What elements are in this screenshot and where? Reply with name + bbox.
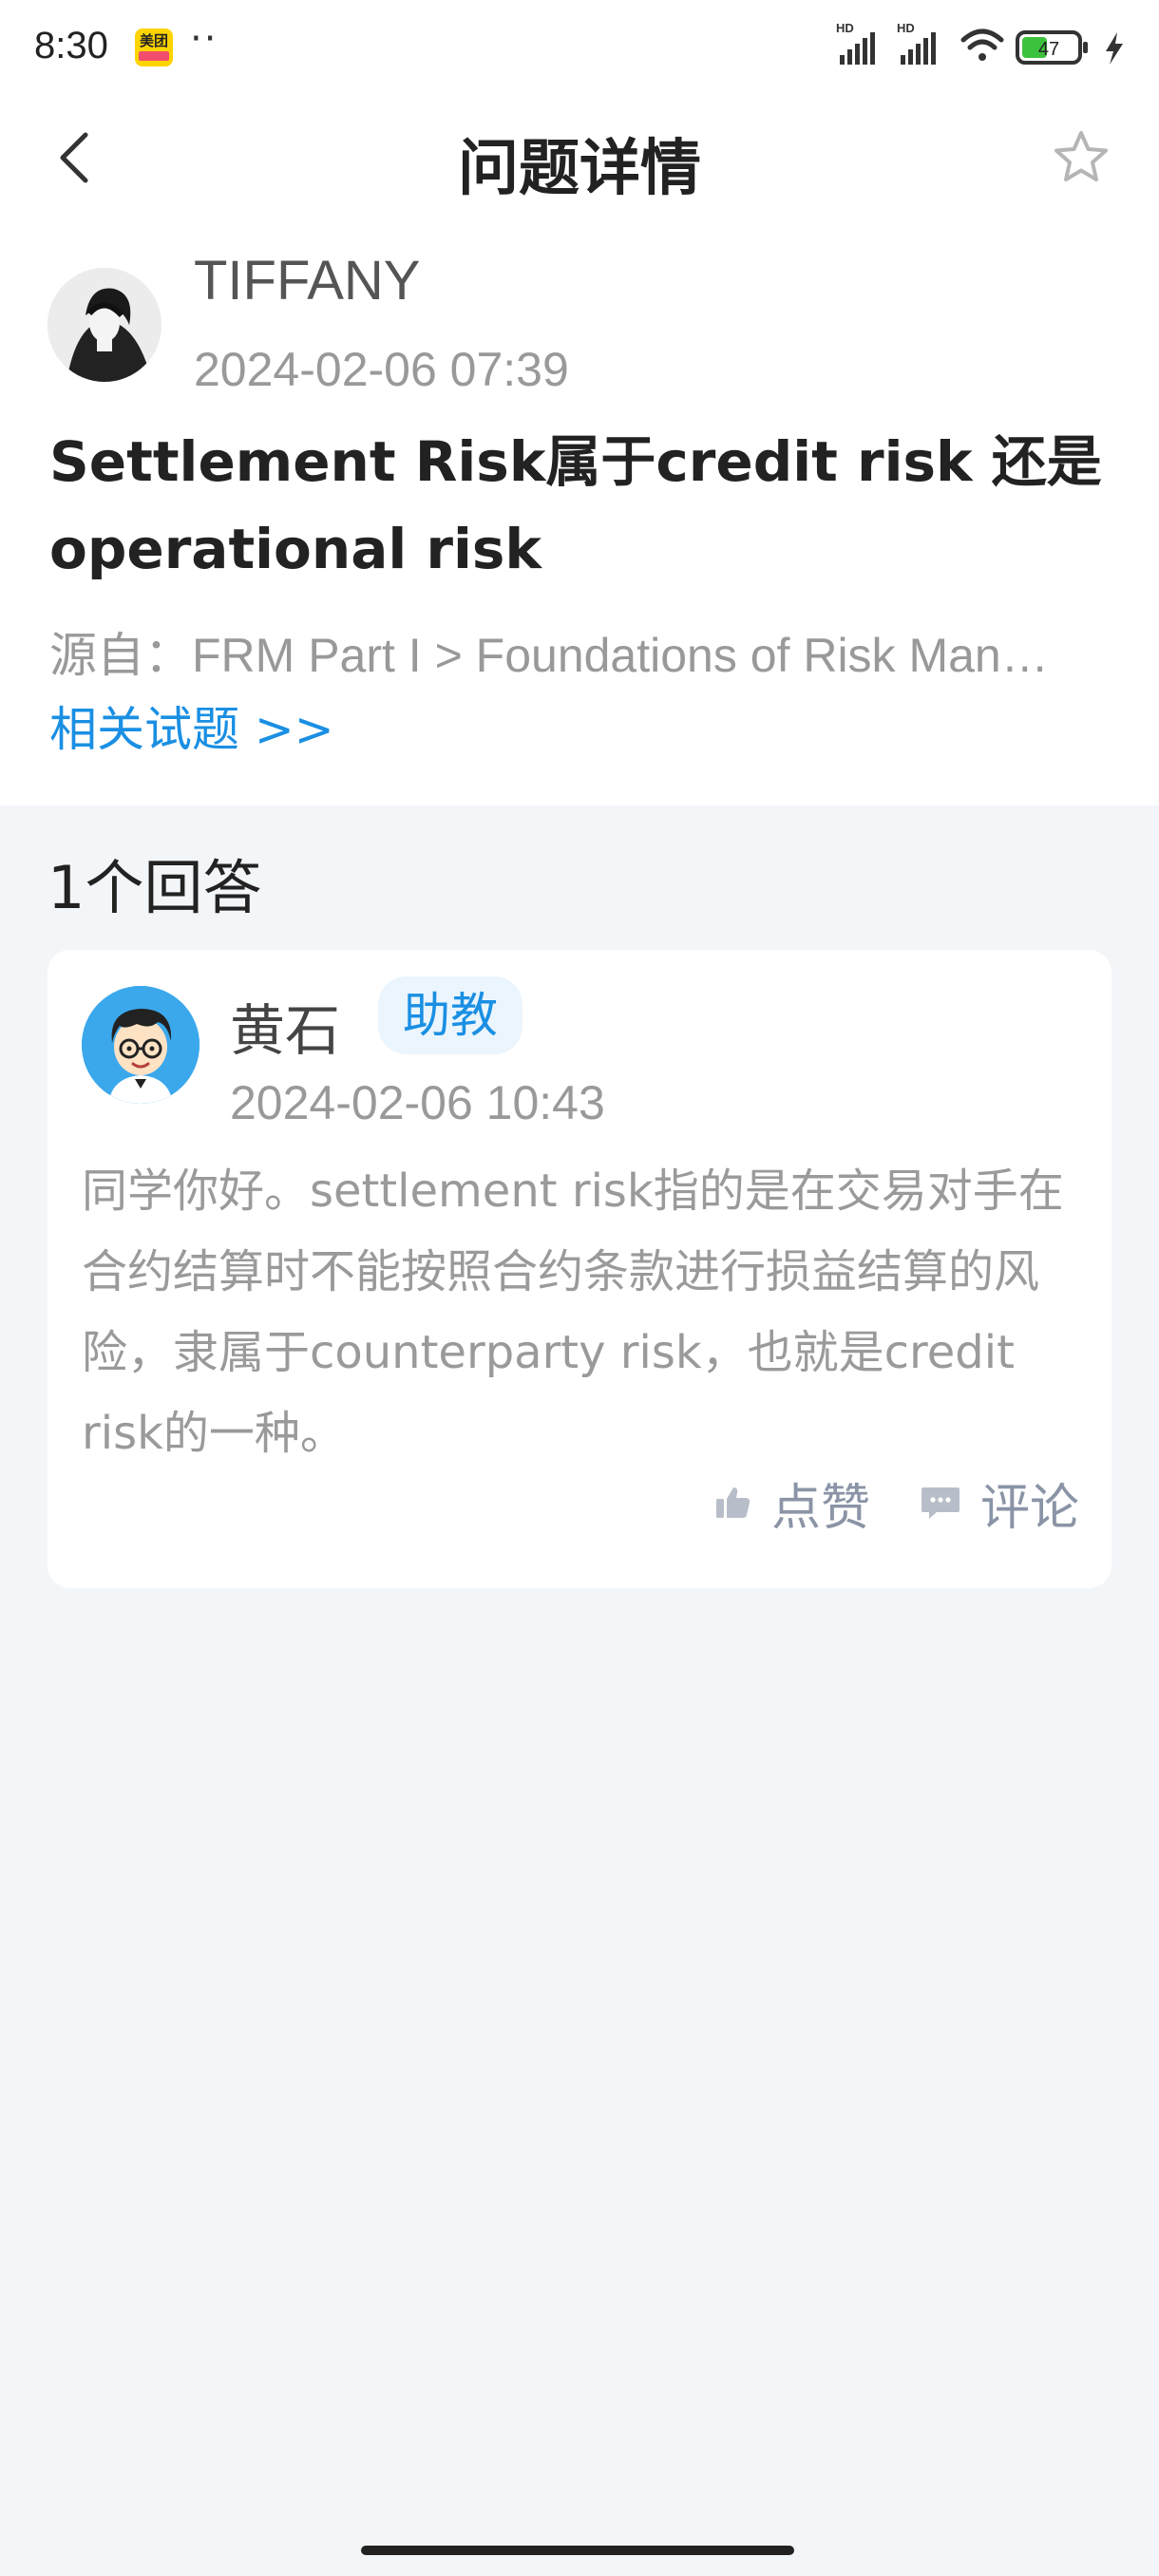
navigation-header: 问题详情 [0, 104, 1159, 209]
signal-icon: HD [836, 21, 875, 65]
status-bar: 8:30 美团 ·· HD HD 47 [0, 0, 1159, 95]
comment-bubble-icon [921, 1487, 960, 1519]
question-timestamp: 2024-02-06 07:39 [194, 343, 569, 396]
status-icons: HD HD 47 [836, 21, 1123, 65]
related-questions-link[interactable]: 相关试题 >> [49, 691, 334, 760]
star-icon[interactable] [1053, 129, 1110, 186]
question-source: 源自：FRM Part I > Foundations of Risk Man… [49, 629, 1049, 682]
status-time: 8:30 [34, 25, 108, 66]
battery-icon: 47 [1016, 30, 1088, 65]
asker-username[interactable]: TIFFANY [194, 249, 420, 313]
like-label: 点赞 [770, 1479, 870, 1537]
svg-text:HD: HD [836, 21, 854, 35]
meituan-app-icon: 美团 [135, 28, 173, 66]
role-badge: 助教 [378, 976, 522, 1054]
charging-icon [1106, 32, 1123, 65]
answer-content: 同学你好。settlement risk指的是在交易对手在合约结算时不能按照合约… [82, 1165, 1064, 1460]
comment-button[interactable]: 评论 [920, 1468, 1079, 1539]
answer-actions: 点赞 评论 [665, 1463, 1079, 1543]
question-title: Settlement Risk属于credit risk 还是operation… [49, 429, 1102, 581]
answerer-name[interactable]: 黄石 [230, 986, 340, 1066]
notification-dots: ·· [190, 17, 218, 61]
page-title: 问题详情 [458, 134, 701, 204]
asker-avatar[interactable] [48, 268, 162, 382]
answers-count: 1个回答 [48, 853, 262, 922]
answerer-avatar[interactable] [82, 986, 200, 1104]
thumbs-up-icon [715, 1487, 750, 1518]
comment-label: 评论 [979, 1479, 1079, 1537]
answer-card: 黄石 助教 2024-02-06 10:43 同学你好。settlement r… [48, 950, 1112, 1588]
signal-icon: HD [897, 21, 936, 65]
battery-level: 47 [1038, 39, 1059, 60]
home-indicator[interactable] [361, 2546, 794, 2555]
wifi-icon [960, 28, 1004, 61]
like-button[interactable]: 点赞 [714, 1468, 870, 1539]
answer-timestamp: 2024-02-06 10:43 [230, 1076, 605, 1129]
svg-text:HD: HD [897, 21, 915, 35]
meituan-badge-label: 美团 [139, 32, 168, 49]
